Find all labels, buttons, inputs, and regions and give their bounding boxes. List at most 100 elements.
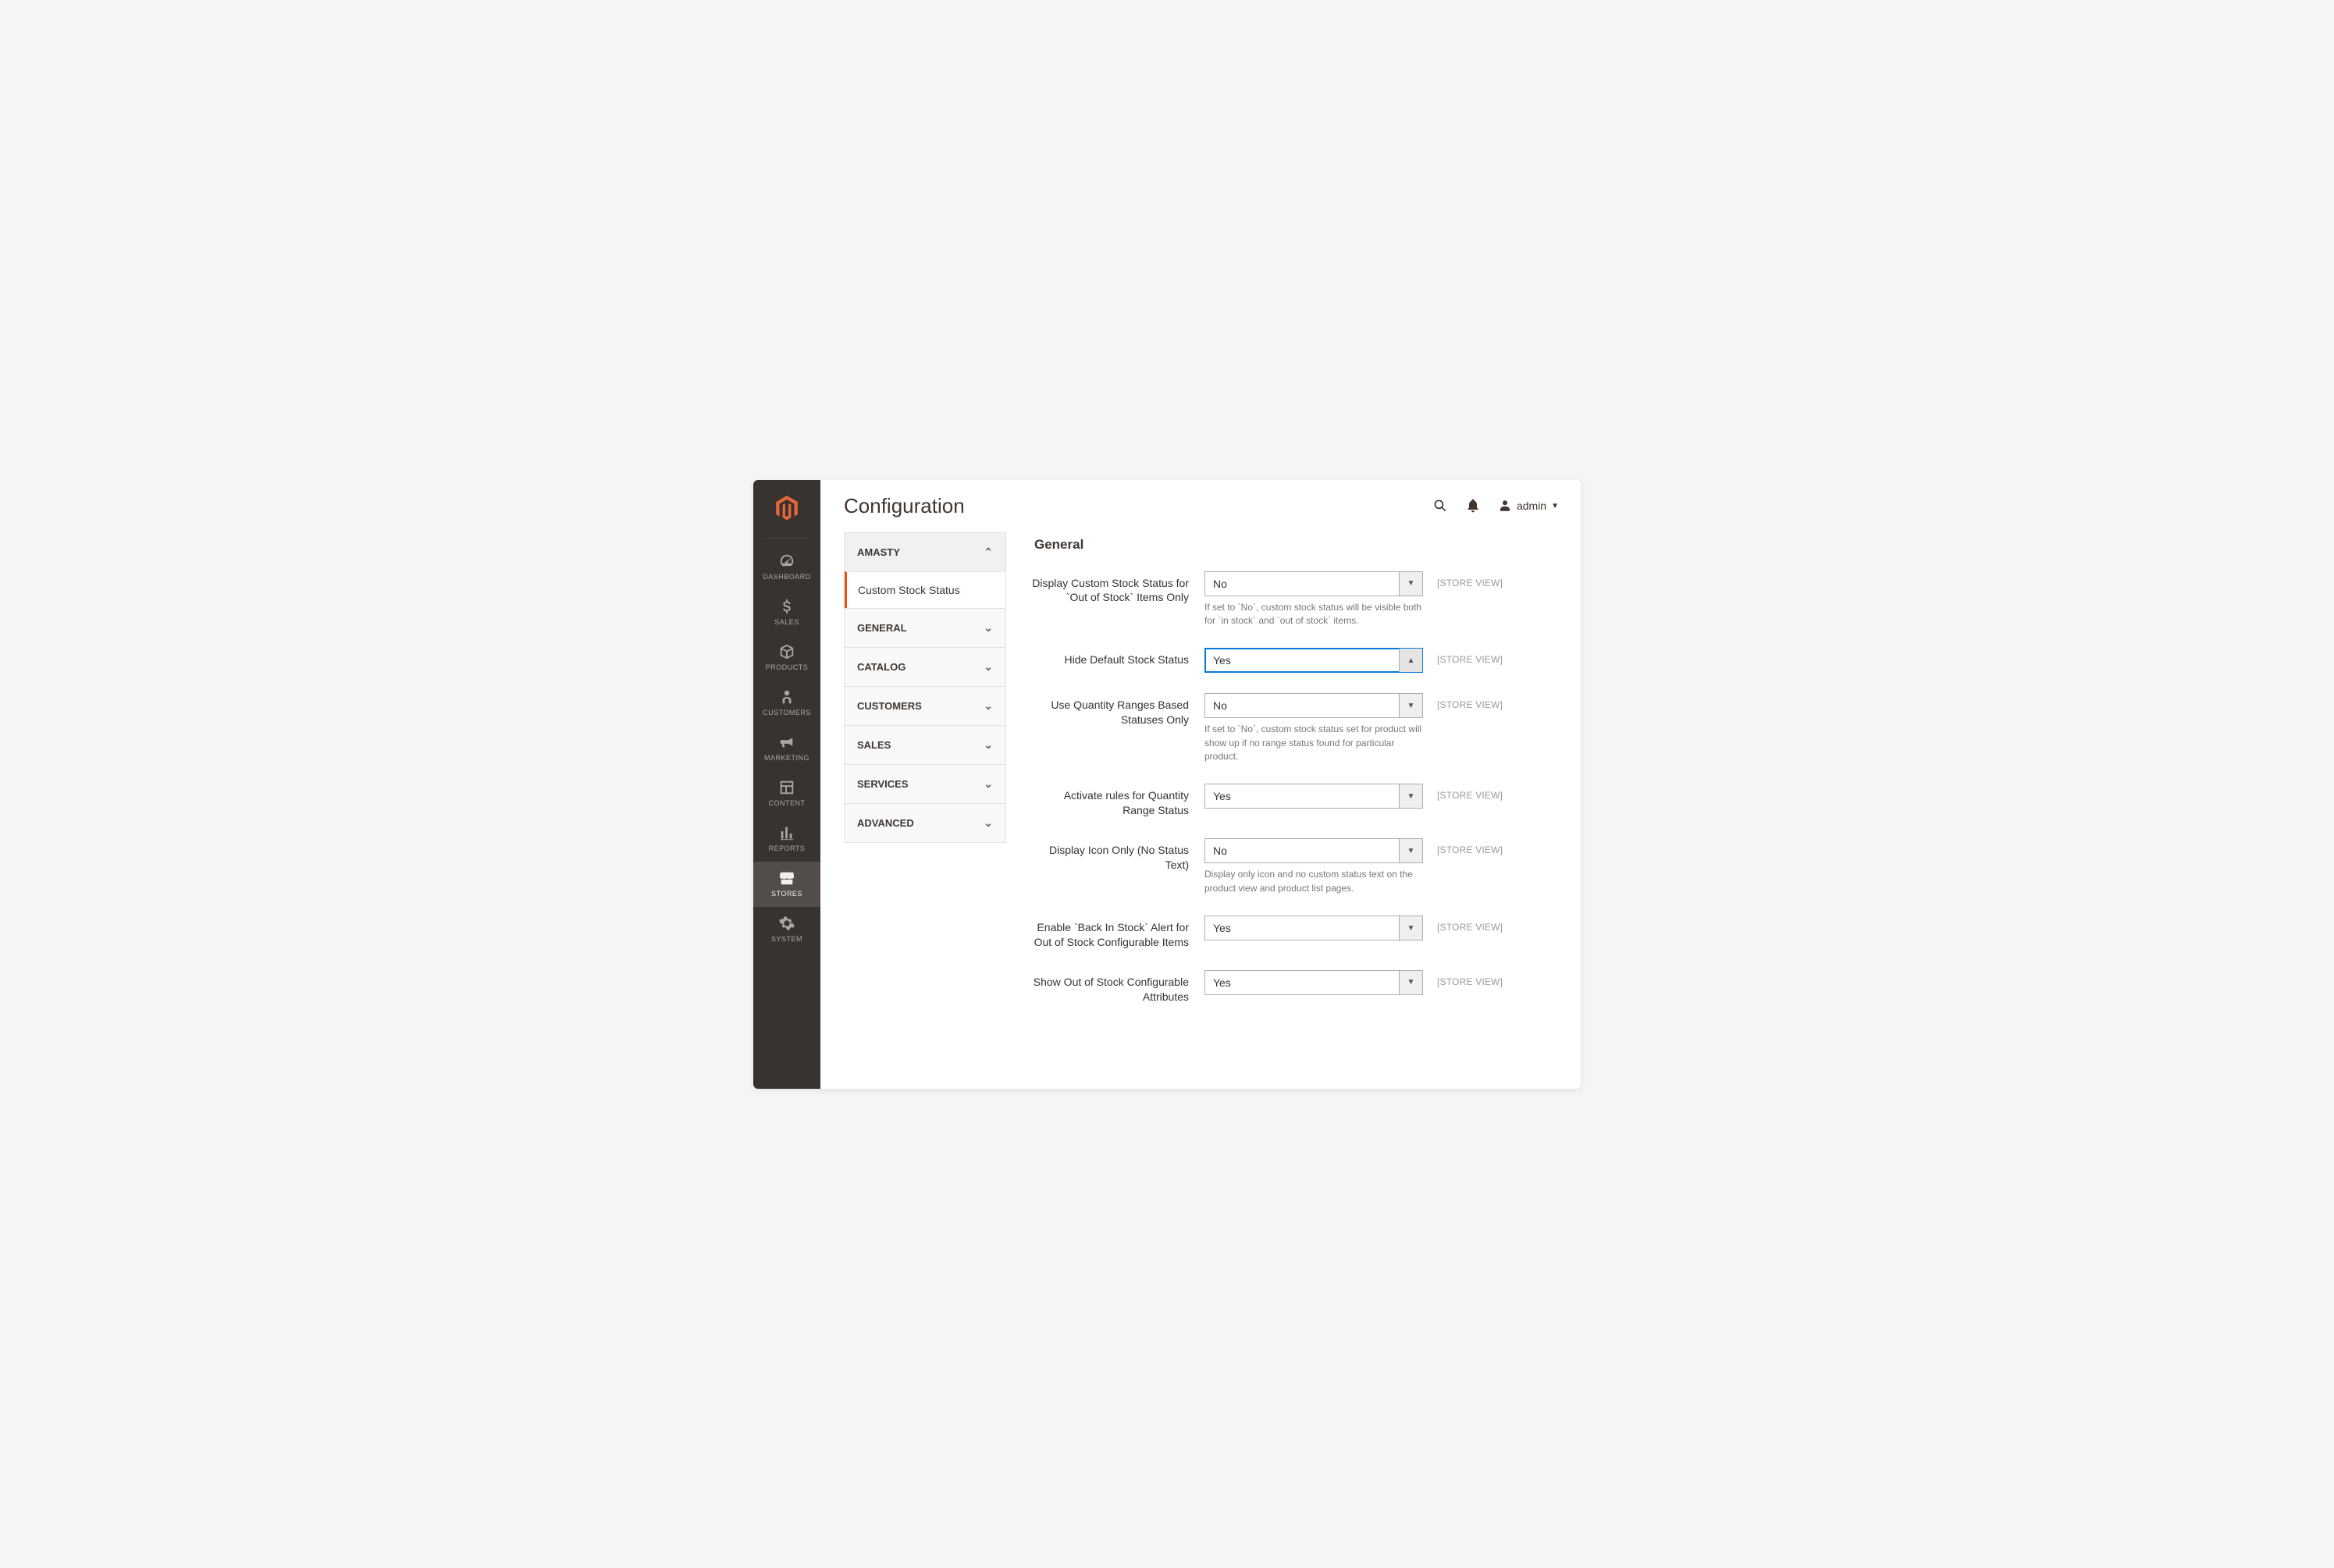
config-group-label: SERVICES [857,778,909,790]
account-menu[interactable]: admin ▼ [1498,499,1559,513]
field-row: Display Icon Only (No Status Text)No▼Dis… [1031,838,1565,895]
dollar-icon [777,598,797,615]
section-title: General [1034,537,1565,553]
field-control: No▼Display only icon and no custom statu… [1204,838,1423,895]
select[interactable]: Yes▼ [1204,784,1423,809]
settings-section: General Display Custom Stock Status for … [1031,532,1581,1089]
select[interactable]: No▼ [1204,838,1423,863]
config-group-catalog[interactable]: CATALOG⌄ [845,648,1005,686]
select-value: No [1205,699,1235,712]
account-name: admin [1517,500,1546,512]
field-label: Activate rules for Quantity Range Status [1031,784,1204,818]
user-icon [1498,499,1512,513]
caret-down-icon[interactable]: ▼ [1399,694,1422,717]
field-row: Display Custom Stock Status for `Out of … [1031,571,1565,628]
layout-icon [777,779,797,796]
search-icon[interactable] [1432,498,1448,514]
config-group-general[interactable]: GENERAL ⌄ [845,609,1005,647]
chevron-down-icon: ⌄ [984,777,993,791]
field-row: Enable `Back In Stock` Alert for Out of … [1031,916,1565,950]
field-row: Activate rules for Quantity Range Status… [1031,784,1565,818]
rail-item-stores[interactable]: STORES [753,862,820,907]
select[interactable]: Yes ▼ [1204,970,1423,995]
rail-item-customers[interactable]: CUSTOMERS [753,681,820,726]
rail-label: MARKETING [764,754,809,762]
field-label: Use Quantity Ranges Based Statuses Only [1031,693,1204,727]
rail-item-content[interactable]: CONTENT [753,771,820,816]
select-value: Yes [1205,654,1239,667]
rail-item-products[interactable]: PRODUCTS [753,635,820,681]
caret-down-icon[interactable]: ▼ [1399,839,1422,862]
caret-up-icon[interactable]: ▲ [1399,649,1422,672]
field-label: Enable `Back In Stock` Alert for Out of … [1031,916,1204,950]
field-control: Yes ▼ [1204,970,1423,995]
select-value: No [1205,578,1235,590]
rail-label: DASHBOARD [763,573,811,581]
main: Configuration admin ▼ AMASTY ⌃ [820,480,1581,1089]
config-group-customers[interactable]: CUSTOMERS ⌄ [845,687,1005,725]
field-scope: [STORE VIEW] [1423,648,1525,665]
config-group-label: CUSTOMERS [857,700,922,712]
field-row: Hide Default Stock StatusYes ▲[STORE VIEW… [1031,648,1565,673]
caret-down-icon[interactable]: ▼ [1399,916,1422,940]
select[interactable]: No ▼ [1204,571,1423,596]
caret-down-icon[interactable]: ▼ [1399,784,1422,808]
magento-logo[interactable] [773,494,801,522]
select[interactable]: Yes ▲ [1204,648,1423,673]
field-scope: [STORE VIEW] [1423,916,1525,933]
config-nav: AMASTY ⌃ Custom Stock Status GENERAL ⌄ CA… [844,532,1006,1089]
rail-label: CONTENT [769,799,806,807]
select[interactable]: No ▼ [1204,693,1423,718]
config-item-custom-stock-status[interactable]: Custom Stock Status [845,571,1005,609]
gear-icon [777,915,797,932]
field-help: If set to `No`, custom stock status set … [1204,723,1423,763]
content: AMASTY ⌃ Custom Stock Status GENERAL ⌄ CA… [820,528,1581,1089]
rail-item-marketing[interactable]: MARKETING [753,726,820,771]
config-group-label: SALES [857,739,891,751]
config-group-services[interactable]: SERVICES ⌄ [845,765,1005,803]
field-scope: [STORE VIEW] [1423,970,1525,987]
field-label: Display Icon Only (No Status Text) [1031,838,1204,873]
field-control: Yes▼ [1204,784,1423,809]
topbar: Configuration admin ▼ [820,480,1581,528]
chevron-down-icon: ⌄ [984,621,993,635]
field-control: Yes▼ [1204,916,1423,940]
rail-item-system[interactable]: SYSTEM [753,907,820,952]
rail-label: SYSTEM [771,935,802,943]
field-control: No ▼ If set to `No`, custom stock status w… [1204,571,1423,628]
field-label: Hide Default Stock Status [1031,648,1204,667]
divider [763,538,810,539]
field-help: If set to `No`, custom stock status will… [1204,601,1423,628]
field-scope: [STORE VIEW] [1423,571,1525,588]
admin-window: DASHBOARD SALES PRODUCTS CUSTOMERS MARKE… [753,480,1581,1089]
caret-down-icon[interactable]: ▼ [1399,971,1422,994]
rail-label: PRODUCTS [766,663,809,671]
caret-down-icon[interactable]: ▼ [1399,572,1422,596]
rail-item-reports[interactable]: REPORTS [753,816,820,862]
box-icon [777,643,797,660]
rail-item-sales[interactable]: SALES [753,590,820,635]
config-group-head[interactable]: AMASTY ⌃ [845,533,1005,571]
config-group-label: GENERAL [857,622,907,634]
field-scope: [STORE VIEW] [1423,693,1525,710]
rail-item-dashboard[interactable]: DASHBOARD [753,545,820,590]
person-icon [777,688,797,706]
storefront-icon [777,869,797,887]
config-group-advanced[interactable]: ADVANCED⌄ [845,804,1005,842]
rail-label: SALES [774,618,799,626]
bar-chart-icon [777,824,797,841]
bell-icon[interactable] [1465,498,1481,514]
field-label: Show Out of Stock Configurable Attribute… [1031,970,1204,1004]
field-scope: [STORE VIEW] [1423,838,1525,855]
select[interactable]: Yes▼ [1204,916,1423,940]
config-group-label: ADVANCED [857,817,914,829]
chevron-down-icon: ⌄ [984,699,993,713]
megaphone-icon [777,734,797,751]
config-group-sales[interactable]: SALES ⌄ [845,726,1005,764]
field-label: Display Custom Stock Status for `Out of … [1031,571,1204,606]
caret-down-icon: ▼ [1551,502,1559,510]
rail-label: REPORTS [769,844,806,852]
rail-label: CUSTOMERS [763,709,811,716]
chevron-down-icon: ⌄ [984,738,993,752]
select-value: Yes [1205,976,1239,989]
